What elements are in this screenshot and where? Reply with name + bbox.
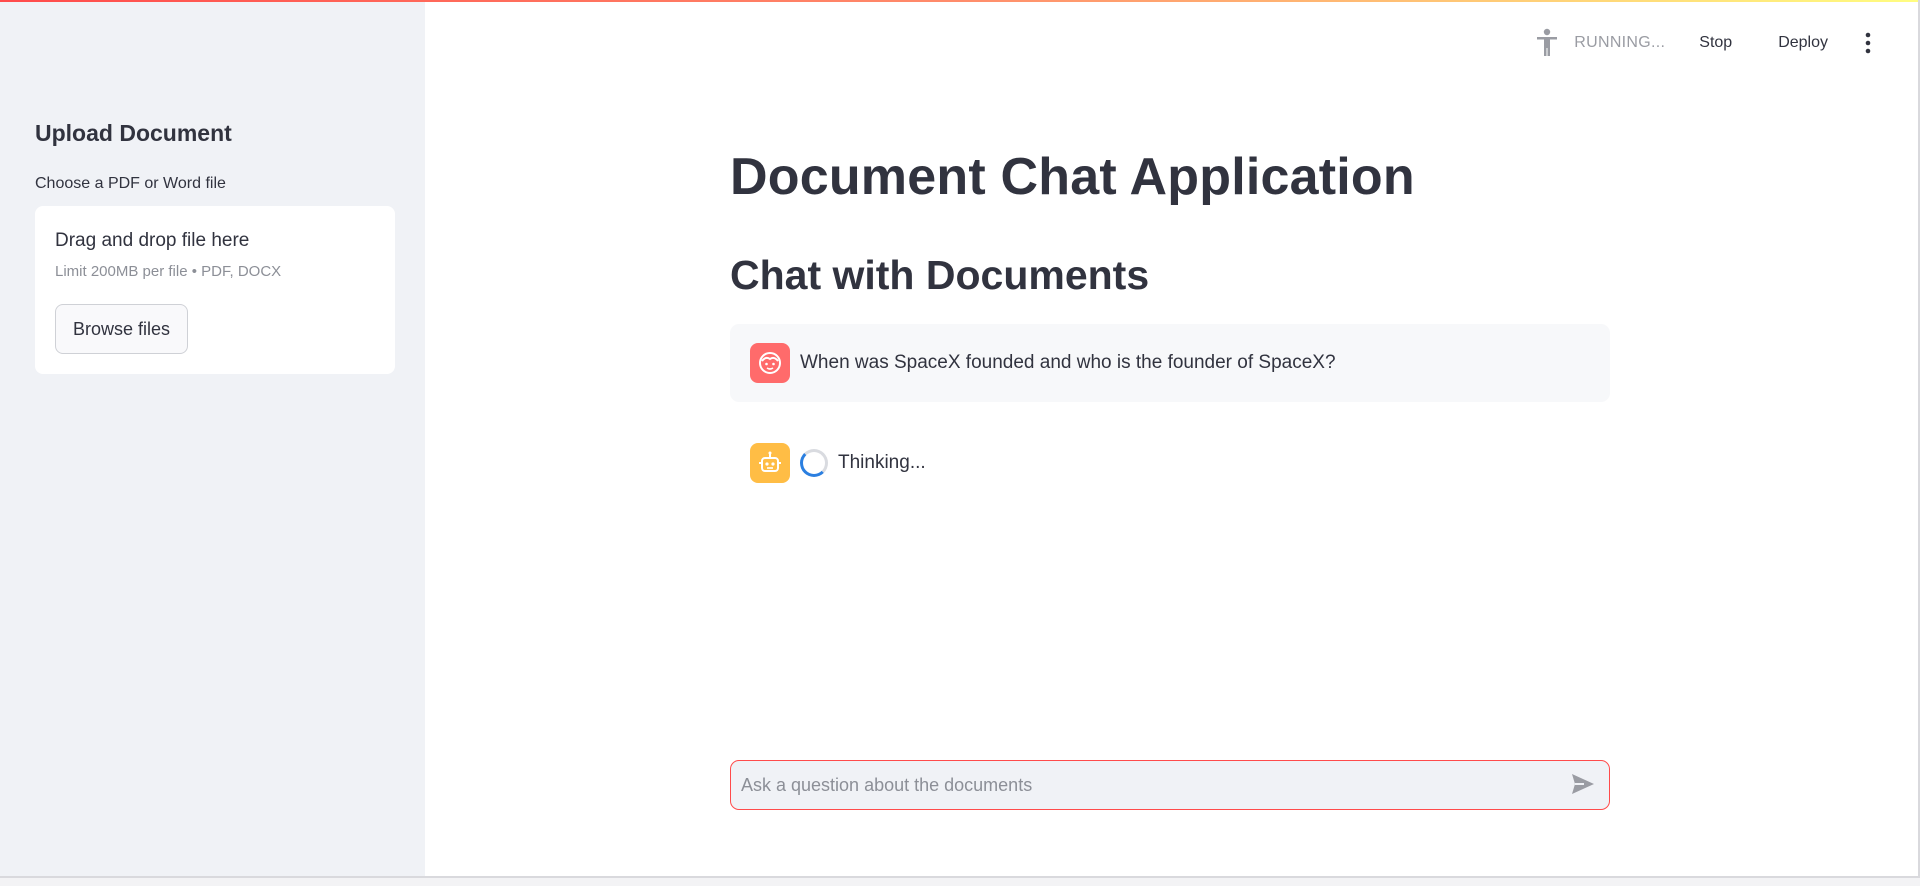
page-subtitle: Chat with Documents (730, 252, 1150, 298)
page-title: Document Chat Application (730, 148, 1415, 206)
dropzone-title: Drag and drop file here (55, 230, 250, 251)
sidebar: Upload Document Choose a PDF or Word fil… (0, 2, 425, 876)
running-status-text: RUNNING... (1574, 34, 1666, 51)
chat-input-container (730, 760, 1610, 810)
dropzone-limit-text: Limit 200MB per file • PDF, DOCX (55, 263, 282, 280)
file-dropzone[interactable]: Drag and drop file here Limit 200MB per … (35, 206, 395, 374)
send-icon (1572, 774, 1594, 794)
running-man-icon (1537, 28, 1558, 56)
browse-files-button[interactable]: Browse files (55, 304, 188, 354)
sidebar-title: Upload Document (35, 120, 232, 146)
deploy-button[interactable]: Deploy (1770, 30, 1836, 56)
thinking-text: Thinking... (838, 452, 926, 473)
send-button[interactable] (1569, 772, 1597, 798)
chat-message-text: When was SpaceX founded and who is the f… (800, 352, 1336, 373)
chat-input[interactable] (741, 761, 1541, 809)
stop-button[interactable]: Stop (1691, 30, 1740, 56)
user-face-icon (750, 343, 790, 383)
kebab-menu-icon[interactable] (1858, 30, 1878, 56)
robot-icon (750, 443, 790, 483)
loading-spinner-icon (800, 449, 828, 477)
top-toolbar: RUNNING... Stop Deploy (1534, 28, 1878, 58)
chat-message-assistant: Thinking... (730, 424, 1610, 502)
file-uploader-label: Choose a PDF or Word file (35, 175, 226, 192)
app-window: Upload Document Choose a PDF or Word fil… (0, 0, 1920, 878)
chat-message-user: When was SpaceX founded and who is the f… (730, 324, 1610, 402)
